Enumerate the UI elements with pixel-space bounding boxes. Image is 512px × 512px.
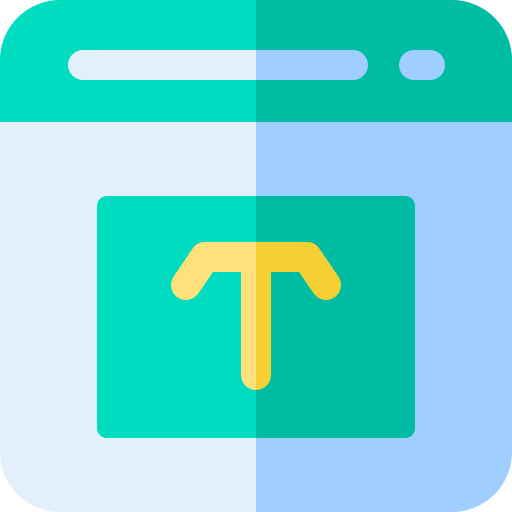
window-control-dot xyxy=(399,50,445,80)
address-bar xyxy=(68,50,368,80)
browser-text-icon xyxy=(0,0,512,512)
